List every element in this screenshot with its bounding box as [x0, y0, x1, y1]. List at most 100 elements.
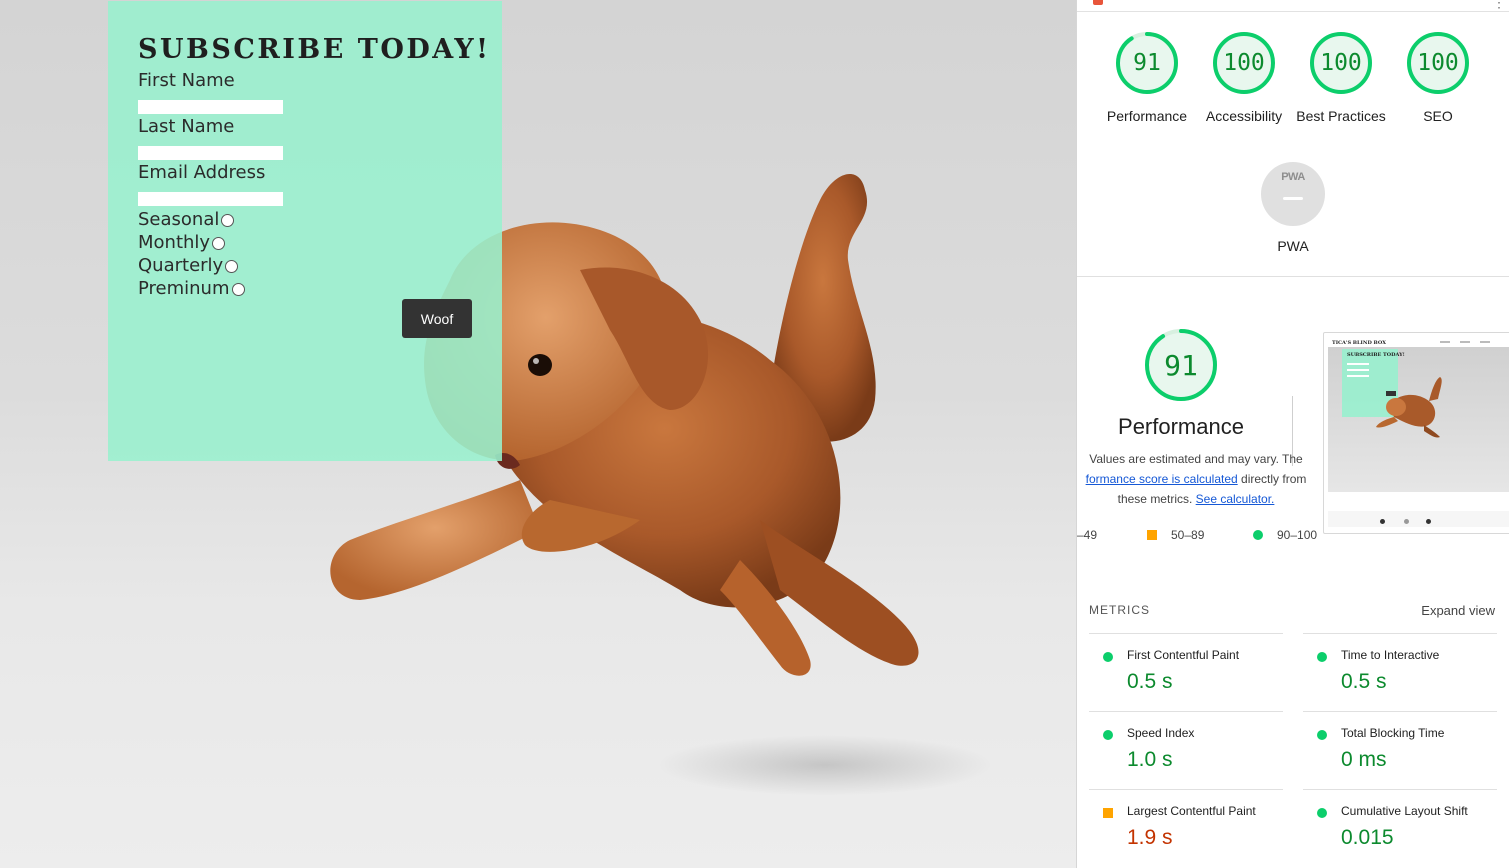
gauge-score: 100: [1417, 50, 1459, 76]
pwa-label: PWA: [1277, 238, 1309, 254]
legend-label: 90–100: [1277, 528, 1318, 542]
legend-fail: –49: [1077, 528, 1097, 542]
pass-circle-icon: [1317, 808, 1327, 818]
plan-option-preminum[interactable]: Preminum: [138, 277, 245, 299]
metric-speed-index: Speed Index 1.0 s: [1089, 711, 1283, 789]
section-divider: [1077, 276, 1509, 277]
gauge-score: 100: [1320, 50, 1362, 76]
best-practices-gauge[interactable]: 100: [1309, 31, 1373, 95]
thumb-input: [1347, 363, 1369, 365]
plan-option-seasonal[interactable]: Seasonal: [138, 208, 235, 230]
plan-radio[interactable]: [231, 282, 245, 296]
seo-gauge[interactable]: 100: [1406, 31, 1470, 95]
legend-label: 50–89: [1171, 528, 1205, 542]
metrics-heading: METRICS: [1089, 603, 1150, 617]
first-name-input[interactable]: [138, 100, 283, 114]
thumb-site-title: TICA'S BLIND BOX: [1332, 340, 1386, 346]
performance-gauge[interactable]: 91: [1115, 31, 1179, 95]
metric-largest-contentful-paint: Largest Contentful Paint 1.9 s: [1089, 789, 1283, 867]
report-toolbar: ⋮: [1077, 0, 1509, 12]
performance-description: Values are estimated and may vary. The f…: [1077, 449, 1321, 509]
more-options-icon[interactable]: ⋮: [1492, 0, 1506, 11]
desc-line-2: formance score is calculated directly fr…: [1077, 469, 1321, 489]
plan-label: Seasonal: [138, 208, 220, 230]
desc-text: directly from: [1237, 472, 1307, 486]
metric-label: Total Blocking Time: [1341, 726, 1445, 740]
metric-first-contentful-paint: First Contentful Paint 0.5 s: [1089, 633, 1283, 711]
floor-shadow: [660, 735, 990, 795]
email-input[interactable]: [138, 192, 283, 206]
legend-pass: 90–100: [1253, 528, 1317, 542]
plan-label: Preminum: [138, 277, 230, 299]
gauge-label: SEO: [1423, 108, 1453, 124]
last-name-input[interactable]: [138, 146, 283, 160]
pass-circle-icon: [1103, 730, 1113, 740]
gauge-label: Best Practices: [1296, 108, 1386, 124]
plan-radio[interactable]: [225, 259, 239, 273]
thumb-form-title: SUBSCRIBE TODAY!: [1347, 352, 1405, 358]
thumb-social-icon: [1380, 519, 1385, 524]
metric-value: 0 ms: [1341, 748, 1387, 771]
average-square-icon: [1103, 808, 1113, 818]
email-label: Email Address: [138, 162, 266, 183]
thumb-social-icon: [1404, 519, 1409, 524]
subscribe-title: SUBSCRIBE TODAY!: [138, 34, 491, 65]
plan-radio[interactable]: [221, 213, 235, 227]
legend-average: 50–89: [1147, 528, 1204, 542]
gauge-score: 100: [1223, 50, 1265, 76]
legend-label: –49: [1077, 528, 1098, 542]
pass-circle-icon: [1253, 530, 1263, 540]
pass-circle-icon: [1103, 652, 1113, 662]
woof-submit-button[interactable]: Woof: [402, 299, 472, 338]
metric-value: 0.5 s: [1341, 670, 1387, 693]
metric-label: First Contentful Paint: [1127, 648, 1240, 662]
pass-circle-icon: [1317, 652, 1327, 662]
gauge-label: Performance: [1106, 108, 1188, 124]
plan-option-monthly[interactable]: Monthly: [138, 231, 226, 253]
thumb-social-icon: [1426, 519, 1431, 524]
metric-total-blocking-time: Total Blocking Time 0 ms: [1303, 711, 1497, 789]
lighthouse-report-panel: ⋮ 91 Performance 100 Accessibility 100 B…: [1076, 0, 1509, 868]
desc-line-3: these metrics. See calculator.: [1077, 489, 1321, 509]
thumb-footer: [1328, 511, 1509, 527]
gauge-score: 91: [1133, 50, 1161, 76]
metric-label: Cumulative Layout Shift: [1341, 804, 1468, 818]
plan-radio[interactable]: [212, 236, 226, 250]
gauge-label: Accessibility: [1205, 108, 1283, 124]
pwa-logo-icon: PWA: [1281, 171, 1305, 183]
metric-value: 0.015: [1341, 826, 1394, 849]
performance-heading: Performance: [1118, 414, 1244, 439]
thumb-input: [1347, 369, 1369, 371]
pwa-badge[interactable]: PWA: [1261, 162, 1325, 226]
website-page: SUBSCRIBE TODAY! First Name Last Name Em…: [0, 0, 1076, 868]
first-name-label: First Name: [138, 70, 235, 91]
metric-time-to-interactive: Time to Interactive 0.5 s: [1303, 633, 1497, 711]
metric-cumulative-layout-shift: Cumulative Layout Shift 0.015: [1303, 789, 1497, 867]
metric-value: 0.5 s: [1127, 670, 1173, 693]
metric-value: 1.9 s: [1127, 826, 1173, 849]
score-calculated-link[interactable]: formance score is calculated: [1086, 472, 1238, 486]
desc-text: these metrics.: [1117, 492, 1196, 506]
last-name-label: Last Name: [138, 116, 235, 137]
lighthouse-icon: [1093, 0, 1103, 5]
see-calculator-link[interactable]: See calculator.: [1196, 492, 1275, 506]
metric-label: Time to Interactive: [1341, 648, 1440, 662]
performance-detail-gauge: 91: [1144, 328, 1218, 402]
thumb-input: [1347, 375, 1369, 377]
metric-value: 1.0 s: [1127, 748, 1173, 771]
thumb-nav: [1440, 341, 1500, 343]
desc-line-1: Values are estimated and may vary. The: [1089, 452, 1303, 466]
pass-circle-icon: [1317, 730, 1327, 740]
plan-label: Monthly: [138, 231, 211, 253]
accessibility-gauge[interactable]: 100: [1212, 31, 1276, 95]
subscribe-form-panel: SUBSCRIBE TODAY! First Name Last Name Em…: [108, 1, 502, 461]
expand-view-toggle[interactable]: Expand view: [1421, 603, 1495, 618]
pwa-dash-icon: [1283, 197, 1303, 200]
average-square-icon: [1147, 530, 1157, 540]
thumb-dog-image: [1376, 377, 1442, 438]
metric-label: Speed Index: [1127, 726, 1195, 740]
gauge-score: 91: [1164, 348, 1198, 382]
plan-option-quarterly[interactable]: Quarterly: [138, 254, 239, 276]
metric-label: Largest Contentful Paint: [1127, 804, 1256, 818]
final-screenshot-thumbnail[interactable]: TICA'S BLIND BOX SUBSCRIBE TODAY!: [1323, 332, 1509, 534]
